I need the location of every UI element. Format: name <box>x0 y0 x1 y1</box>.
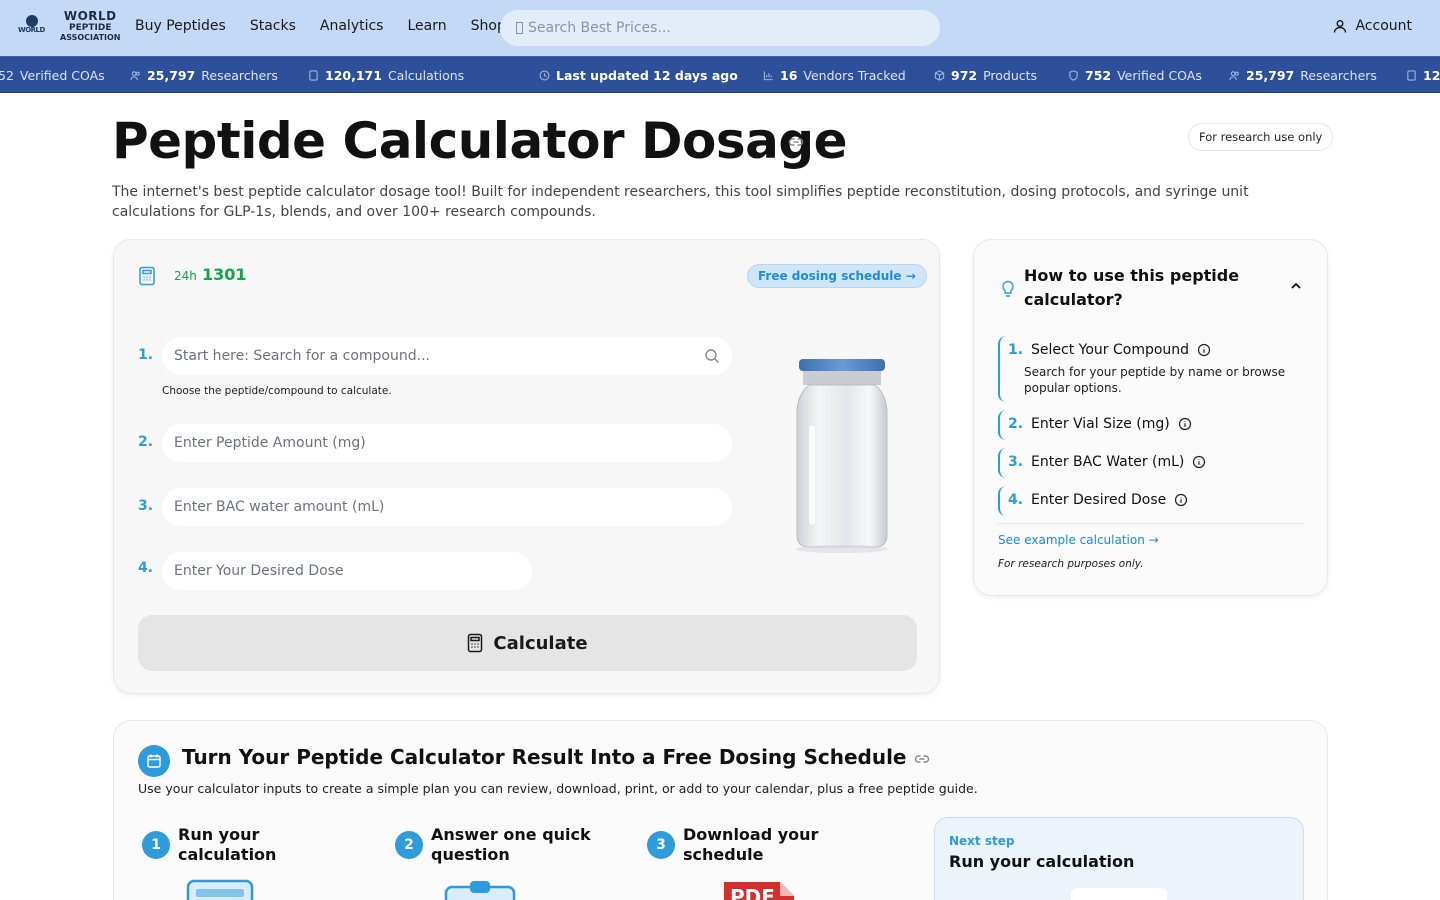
calculator-icon <box>309 70 318 81</box>
peptide-amount-input[interactable]: Enter Peptide Amount (mg) <box>162 424 732 462</box>
step-number: 4. <box>138 560 154 576</box>
users-icon <box>130 71 140 81</box>
ticker-item: 16 Vendors Tracked <box>763 68 906 83</box>
calculate-button[interactable]: Calculate <box>138 615 917 671</box>
calendar-icon <box>138 745 170 777</box>
how-to-step: 1. Select Your Compound Search for your … <box>998 336 1298 402</box>
calculator-card: 24h 1301 Free dosing schedule → 1. Start… <box>113 239 940 694</box>
user-icon <box>1334 20 1347 33</box>
ticker-item: 25,797 Researchers <box>1229 68 1377 83</box>
search-glyph-icon <box>516 22 523 34</box>
ticker-item: 752 Verified COAs <box>1068 68 1202 83</box>
step-number: 2. <box>138 434 154 450</box>
info-icon[interactable] <box>1178 417 1192 431</box>
next-step-illustration <box>1071 888 1167 900</box>
how-to-card: How to use this peptide calculator? 1. S… <box>973 239 1328 596</box>
nav-analytics[interactable]: Analytics <box>320 18 384 34</box>
schedule-step: 2 Answer one quick question <box>395 825 611 865</box>
account-label: Account <box>1355 18 1412 34</box>
globe-logo-icon: WORLD <box>18 12 46 40</box>
research-use-badge: For research use only <box>1188 123 1334 151</box>
example-calculation-link[interactable]: See example calculation → <box>998 533 1159 547</box>
ticker-item: 120,171 Calculations <box>308 68 464 83</box>
nav-buy-peptides[interactable]: Buy Peptides <box>135 18 226 34</box>
price-search-input[interactable]: Search Best Prices... <box>500 10 940 46</box>
search-icon <box>705 349 719 363</box>
ticker-item: 12 <box>1406 68 1440 83</box>
next-step-card: Next step Run your calculation <box>934 817 1304 900</box>
bac-water-input[interactable]: Enter BAC water amount (mL) <box>162 488 732 526</box>
step-number: 1. <box>138 347 154 363</box>
ticker-item: 25,797 Researchers <box>130 68 278 83</box>
step-number: 3. <box>138 498 154 514</box>
intro-text: The internet's best peptide calculator d… <box>112 184 1249 220</box>
clock-icon <box>539 70 550 81</box>
dosing-schedule-section: Turn Your Peptide Calculator Result Into… <box>113 720 1328 900</box>
vial-image <box>796 359 888 553</box>
top-header: WORLD WORLD PEPTIDE ASSOCIATION Buy Pept… <box>0 0 1440 56</box>
bar-chart-icon <box>763 71 773 81</box>
schedule-description: Use your calculator inputs to create a s… <box>138 781 978 796</box>
clipboard-illustration <box>444 881 516 900</box>
desired-dose-input[interactable]: Enter Your Desired Dose <box>162 552 532 590</box>
free-dosing-schedule-link[interactable]: Free dosing schedule → <box>747 264 927 288</box>
schedule-step: 3 Download your schedule <box>647 825 863 865</box>
calculator-icon <box>468 633 483 653</box>
chevron-up-icon[interactable] <box>1290 282 1302 290</box>
nav-learn[interactable]: Learn <box>407 18 446 34</box>
page-title: Peptide Calculator Dosage <box>112 112 848 170</box>
pdf-document-icon: PDF <box>724 882 794 900</box>
how-to-title: How to use this peptide calculator? <box>1024 266 1240 309</box>
how-to-step: 4. Enter Desired Dose <box>998 486 1298 516</box>
nav-stacks[interactable]: Stacks <box>250 18 296 34</box>
ticker-item: Last updated 12 days ago <box>539 68 738 83</box>
search-placeholder: Search Best Prices... <box>528 20 671 36</box>
ticker-item: 972 Products <box>934 68 1037 83</box>
schedule-title: Turn Your Peptide Calculator Result Into… <box>182 745 907 769</box>
calculator-icon <box>1407 70 1416 81</box>
main-nav: Buy Peptides Stacks Analytics Learn Shop <box>135 18 506 34</box>
compound-hint: Choose the peptide/compound to calculate… <box>162 385 392 397</box>
ticker-item: 52 Verified COAs <box>0 68 105 83</box>
how-to-step: 2. Enter Vial Size (mg) <box>998 410 1298 440</box>
schedule-step: 1 Run your calculation <box>142 825 358 865</box>
info-icon[interactable] <box>1174 493 1188 507</box>
link-icon[interactable] <box>788 134 804 150</box>
calculator-icon <box>139 266 155 286</box>
usage-period: 24h <box>174 269 197 283</box>
calculator-screen-illustration <box>186 879 254 900</box>
stats-ticker: 52 Verified COAs 25,797Researchers 120,1… <box>0 56 1440 93</box>
info-icon[interactable] <box>1192 455 1206 469</box>
next-step-label: Next step <box>949 834 1015 848</box>
shield-icon <box>1069 70 1078 81</box>
account-button[interactable]: Account <box>1333 18 1412 34</box>
info-icon[interactable] <box>1197 343 1211 357</box>
box-icon <box>934 70 945 81</box>
next-step-title: Run your calculation <box>949 852 1135 871</box>
lightbulb-icon <box>1002 280 1014 297</box>
logo-line-1: WORLD <box>63 9 117 23</box>
logo-line-3: ASSOCIATION <box>60 33 121 42</box>
how-to-step: 3. Enter BAC Water (mL) <box>998 448 1298 478</box>
research-note: For research purposes only. <box>998 558 1144 570</box>
svg-text:PDF: PDF <box>730 885 775 900</box>
divider <box>998 523 1305 524</box>
usage-count: 1301 <box>202 265 247 284</box>
compound-search-input[interactable]: Start here: Search for a compound... <box>162 337 732 375</box>
users-icon <box>1229 71 1239 81</box>
link-icon[interactable] <box>914 751 930 767</box>
site-logo[interactable]: WORLD WORLD PEPTIDE ASSOCIATION <box>18 10 121 42</box>
logo-line-2: PEPTIDE <box>69 23 112 33</box>
